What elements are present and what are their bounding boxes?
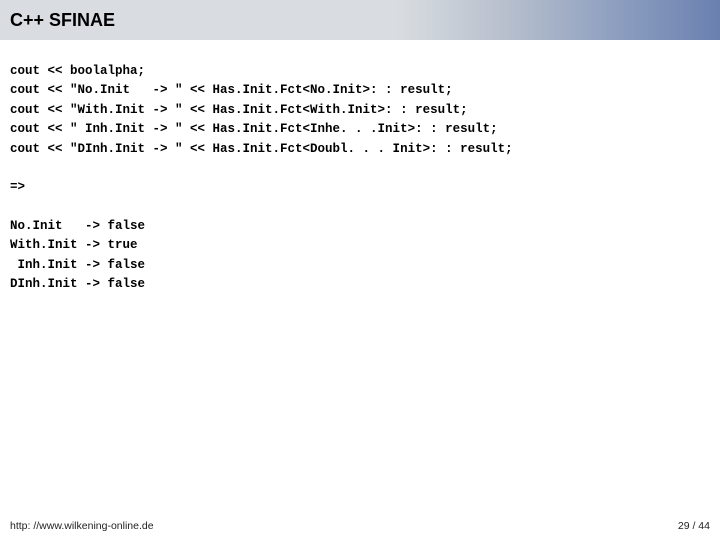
code-line: => <box>10 180 25 194</box>
slide: C++ SFINAE cout << boolalpha; cout << "N… <box>0 0 720 540</box>
code-line: No.Init -> false <box>10 219 145 233</box>
page-number: 29 / 44 <box>678 520 710 532</box>
code-block: cout << boolalpha; cout << "No.Init -> "… <box>10 62 710 295</box>
slide-content: cout << boolalpha; cout << "No.Init -> "… <box>0 40 720 516</box>
code-line: cout << boolalpha; <box>10 64 145 78</box>
slide-footer: http: //www.wilkening-online.de 29 / 44 <box>0 516 720 540</box>
slide-header: C++ SFINAE <box>0 0 720 40</box>
code-line: cout << " Inh.Init -> " << Has.Init.Fct<… <box>10 122 498 136</box>
code-line: cout << "No.Init -> " << Has.Init.Fct<No… <box>10 83 453 97</box>
code-line: cout << "With.Init -> " << Has.Init.Fct<… <box>10 103 468 117</box>
page-title: C++ SFINAE <box>10 10 115 31</box>
code-line: DInh.Init -> false <box>10 277 145 291</box>
code-line: With.Init -> true <box>10 238 138 252</box>
footer-url: http: //www.wilkening-online.de <box>10 520 154 532</box>
code-line: cout << "DInh.Init -> " << Has.Init.Fct<… <box>10 142 513 156</box>
code-line: Inh.Init -> false <box>10 258 145 272</box>
